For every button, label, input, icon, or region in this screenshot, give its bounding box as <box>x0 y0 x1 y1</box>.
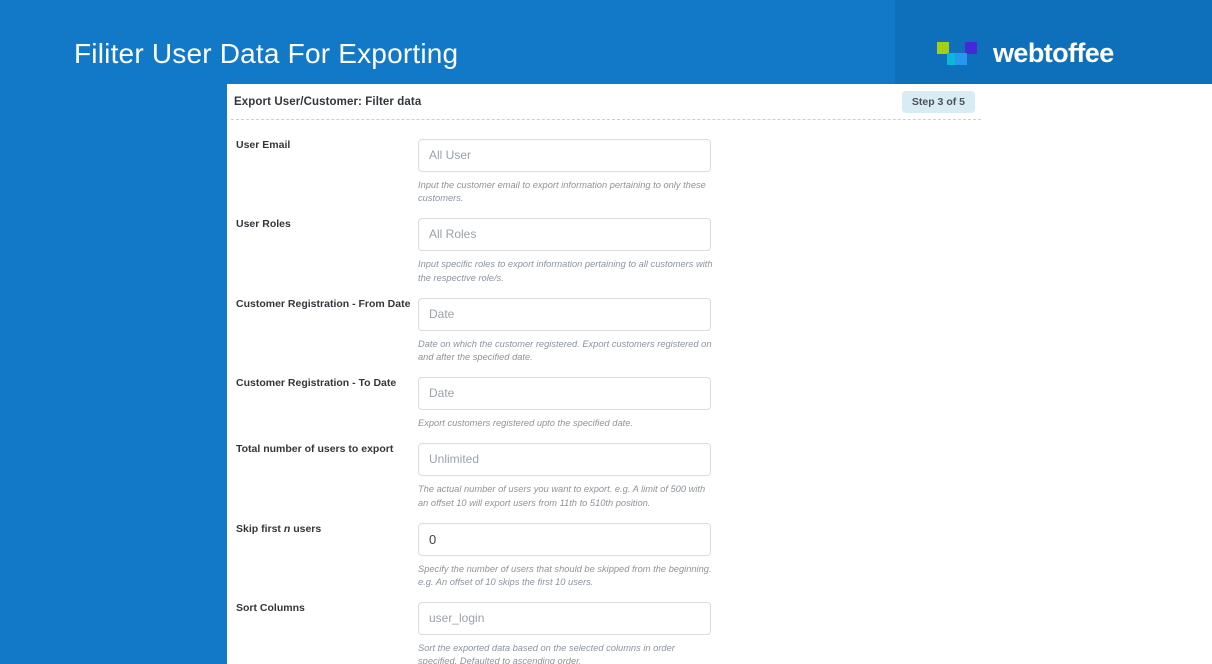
label-sort-columns: Sort Columns <box>236 602 305 615</box>
field-wrap-customer-registration-from-date: Date Date on which the customer registere… <box>418 297 985 364</box>
webtoffee-logo: webtoffee <box>934 40 1114 67</box>
input-skip-first-n-users[interactable]: 0 <box>418 522 711 556</box>
help-text-customer-registration-from-date: Date on which the customer registered. E… <box>418 338 712 362</box>
help-text-skip-first-n-users: Specify the number of users that should … <box>418 563 712 587</box>
form-row-customer-registration-from-date: Customer Registration - From Date Date Dat… <box>227 297 985 364</box>
help-text-total-number-of-users-to-export: The actual number of users you want to e… <box>418 484 706 508</box>
field-wrap-customer-registration-to-date: Date Export customers registered upto the… <box>418 377 985 430</box>
screenshot-root: Filiter User Data For Exporting webtoffe… <box>0 0 1212 664</box>
input-user-email[interactable]: All User <box>418 139 711 172</box>
logo-wordmark: webtoffee <box>993 38 1114 68</box>
card-header: Export User/Customer: Filter data Step 3… <box>227 84 985 120</box>
field-wrap-total-number-of-users-to-export: Unlimited The actual number of users you … <box>418 443 985 509</box>
field-wrap-skip-first-n-users: 0 Specify the number of users that should… <box>418 522 985 589</box>
form-row-customer-registration-to-date: Customer Registration - To Date Date Expor… <box>227 377 985 430</box>
form-row-skip-first-n-users: Skip first n users 0 Specify the number of… <box>227 522 985 589</box>
help-text-user-roles: Input specific roles to export informati… <box>418 259 713 283</box>
input-sort-columns[interactable]: user_login <box>418 602 711 636</box>
input-customer-registration-from-date[interactable]: Date <box>418 297 711 331</box>
input-total-number-of-users-to-export[interactable]: Unlimited <box>418 443 711 477</box>
field-wrap-sort-columns: user_login Sort the exported data based o… <box>418 602 985 664</box>
export-filter-card: Export User/Customer: Filter data Step 3… <box>227 84 985 664</box>
help-text-user-email: Input the customer email to export infor… <box>418 180 706 204</box>
logo-squares-icon <box>934 40 984 67</box>
label-user-email: User Email <box>236 139 291 151</box>
field-wrap-user-roles: All Roles Input specific roles to export … <box>418 218 985 284</box>
form-row-sort-columns: Sort Columns user_login Sort the exported … <box>227 602 985 664</box>
label-emphasis: n <box>283 522 291 535</box>
input-customer-registration-to-date[interactable]: Date <box>418 377 711 411</box>
help-text-customer-registration-to-date: Export customers registered upto the spe… <box>418 418 633 429</box>
field-wrap-user-email: All User Input the customer email to expo… <box>418 139 985 205</box>
label-customer-registration-from-date: Customer Registration - From Date <box>236 297 411 310</box>
form-row-total-number-of-users-to-export: Total number of users to export Unlimited… <box>227 443 985 509</box>
page-background-gutter <box>0 84 227 664</box>
label-total-number-of-users-to-export: Total number of users to export <box>236 443 394 456</box>
label-user-roles: User Roles <box>236 218 291 231</box>
card-title: Export User/Customer: Filter data <box>234 96 422 108</box>
form-row-user-roles: User Roles All Roles Input specific roles … <box>227 218 985 284</box>
filter-form: User Email All User Input the customer ema… <box>227 120 985 664</box>
label-customer-registration-to-date: Customer Registration - To Date <box>236 377 397 390</box>
logo-square-blue-icon <box>955 53 967 65</box>
input-user-roles[interactable]: All Roles <box>418 218 711 252</box>
label-skip-first-n-users: Skip first n users <box>236 522 322 535</box>
page-title: Filiter User Data For Exporting <box>74 38 459 69</box>
step-badge: Step 3 of 5 <box>901 90 975 114</box>
form-row-user-email: User Email All User Input the customer ema… <box>227 139 985 205</box>
help-text-sort-columns: Sort the exported data based on the sele… <box>418 643 675 664</box>
